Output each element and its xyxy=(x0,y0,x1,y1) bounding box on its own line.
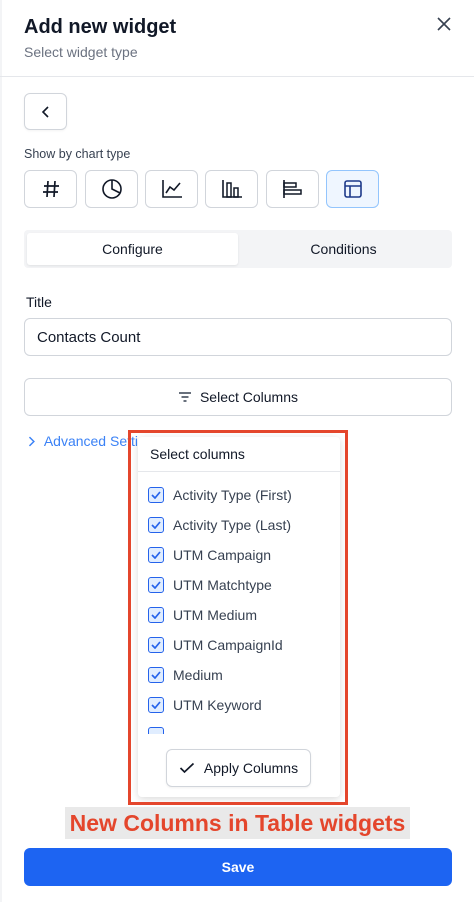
chart-type-table-button[interactable] xyxy=(326,170,379,208)
add-widget-panel: Add new widget Select widget type Show b… xyxy=(0,0,474,902)
panel-title: Add new widget xyxy=(24,16,177,38)
bar-chart-icon xyxy=(221,180,242,198)
highlight-box xyxy=(128,430,348,805)
close-button[interactable] xyxy=(432,12,456,36)
line-chart-icon xyxy=(161,180,182,198)
advanced-settings-label: Advanced Setti xyxy=(43,433,138,449)
chevron-right-icon xyxy=(28,436,35,446)
select-columns-button[interactable]: Select Columns xyxy=(24,378,452,416)
widget-tabs: Configure Conditions xyxy=(24,230,452,268)
left-edge xyxy=(0,0,2,902)
pie-chart-icon xyxy=(101,179,122,199)
horizontal-bar-chart-icon xyxy=(282,180,302,198)
title-field-label: Title xyxy=(26,294,52,310)
table-icon xyxy=(343,180,362,198)
panel-subtitle: Select widget type xyxy=(24,44,138,60)
chart-type-bar-button[interactable] xyxy=(205,170,258,208)
chart-type-line-button[interactable] xyxy=(145,170,198,208)
chart-type-horizontal-bar-button[interactable] xyxy=(266,170,319,208)
hash-icon xyxy=(42,180,59,198)
tab-conditions[interactable]: Conditions xyxy=(238,233,449,265)
advanced-settings-toggle[interactable]: Advanced Setti xyxy=(28,433,138,449)
select-columns-label: Select Columns xyxy=(199,389,299,405)
filter-lines-icon xyxy=(178,392,191,402)
back-button[interactable] xyxy=(24,93,67,130)
annotation-caption: New Columns in Table widgets xyxy=(65,807,410,839)
chevron-left-icon xyxy=(41,105,49,118)
title-input[interactable] xyxy=(24,318,452,356)
chart-type-number-button[interactable] xyxy=(24,170,77,208)
chart-type-pie-button[interactable] xyxy=(85,170,138,208)
header-divider xyxy=(0,76,474,77)
close-icon xyxy=(437,17,451,31)
tab-configure[interactable]: Configure xyxy=(27,233,238,265)
chart-type-label: Show by chart type xyxy=(24,147,131,161)
save-button[interactable]: Save xyxy=(24,848,452,886)
